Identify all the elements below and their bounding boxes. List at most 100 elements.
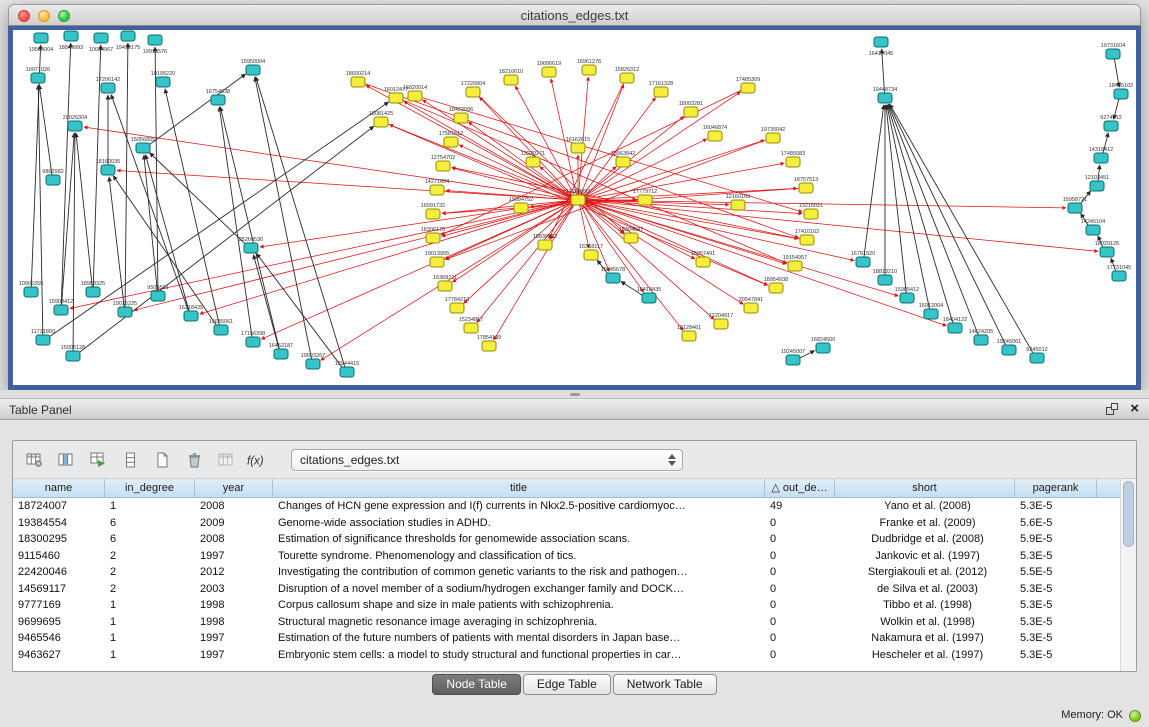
- table-row[interactable]: 911546021997Tourette syndrome. Phenomeno…: [13, 548, 1120, 565]
- graph-edge[interactable]: [582, 204, 683, 331]
- column-header-1[interactable]: in_degree: [105, 479, 195, 498]
- network-canvas[interactable]: 1724089218422096175815121275470214271604…: [13, 30, 1136, 384]
- graph-node[interactable]: 16162615: [566, 137, 590, 153]
- graph-node[interactable]: 15234817: [459, 317, 483, 333]
- table-settings-icon[interactable]: [21, 448, 47, 472]
- graph-node[interactable]: 15056805: [131, 137, 155, 153]
- graph-node[interactable]: 18563842: [611, 151, 635, 167]
- column-header-3[interactable]: title: [273, 479, 765, 498]
- graph-node[interactable]: 18216610: [499, 69, 523, 85]
- graph-node[interactable]: 15345678: [601, 267, 625, 283]
- graph-node[interactable]: 17161328: [649, 81, 673, 97]
- graph-node[interactable]: 14271604: [425, 179, 449, 195]
- new-document-icon[interactable]: [149, 448, 175, 472]
- graph-node[interactable]: 16791920: [851, 251, 875, 267]
- graph-node[interactable]: 16128461: [677, 325, 701, 341]
- graph-node[interactable]: 19686619: [537, 61, 561, 77]
- graph-edge[interactable]: [125, 43, 128, 307]
- graph-node[interactable]: 9505501: [147, 285, 168, 301]
- graph-node[interactable]: 20547841: [739, 297, 763, 313]
- graph-node[interactable]: 15005128: [61, 345, 85, 361]
- graph-node[interactable]: 18830052: [533, 234, 557, 250]
- graph-node[interactable]: 18029125: [1095, 241, 1119, 257]
- table-vertical-scrollbar[interactable]: [1120, 479, 1136, 671]
- graph-node[interactable]: 9274412: [1100, 115, 1121, 131]
- graph-edge[interactable]: [219, 107, 252, 337]
- graph-node[interactable]: 19448734: [873, 87, 897, 103]
- graph-node[interactable]: 16418435: [637, 287, 661, 303]
- graph-node[interactable]: 15908412: [49, 299, 73, 315]
- table-row[interactable]: 1938455462009Genome-wide association stu…: [13, 515, 1120, 532]
- graph-node[interactable]: 18813210: [873, 269, 897, 285]
- table-row[interactable]: 946554611997Estimation of the future num…: [13, 630, 1120, 647]
- graph-node[interactable]: 19693267: [301, 353, 325, 369]
- graph-edge[interactable]: [73, 133, 75, 351]
- graph-edge[interactable]: [256, 77, 345, 368]
- graph-edge[interactable]: [76, 133, 92, 287]
- graph-edge[interactable]: [453, 203, 573, 282]
- graph-node[interactable]: 17784210: [445, 297, 469, 313]
- graph-edge[interactable]: [585, 202, 947, 326]
- graph-edge[interactable]: [389, 125, 571, 199]
- graph-node[interactable]: 16754838: [206, 89, 230, 105]
- graph-node[interactable]: 18445102: [1109, 83, 1133, 99]
- graph-node[interactable]: 13216021: [799, 203, 823, 219]
- graph-node[interactable]: 15958721: [1063, 197, 1087, 213]
- graph-edge[interactable]: [585, 200, 1098, 251]
- table-row[interactable]: 977716911998Corpus callosum shape and si…: [13, 597, 1120, 614]
- function-icon[interactable]: f(x): [245, 448, 271, 472]
- network-table-selector[interactable]: citations_edges.txt: [291, 449, 683, 471]
- graph-edge[interactable]: [887, 105, 930, 309]
- graph-node[interactable]: 17854139: [477, 335, 501, 351]
- tab-node-table[interactable]: Node Table: [432, 674, 521, 695]
- window-titlebar[interactable]: citations_edges.txt: [8, 4, 1141, 26]
- table-row[interactable]: 1456911722003Disruption of a novel membe…: [13, 581, 1120, 598]
- graph-node[interactable]: 18849993: [59, 31, 83, 51]
- graph-edge[interactable]: [109, 177, 124, 307]
- graph-edge[interactable]: [494, 204, 575, 340]
- graph-edge[interactable]: [255, 77, 312, 359]
- graph-node[interactable]: 10071026: [26, 67, 50, 83]
- graph-node[interactable]: 18003281: [679, 101, 703, 117]
- graph-edge[interactable]: [257, 254, 343, 369]
- graph-edge[interactable]: [579, 77, 589, 195]
- edit-table-icon[interactable]: [85, 448, 111, 472]
- graph-edge[interactable]: [38, 85, 43, 335]
- float-panel-icon[interactable]: [1106, 403, 1118, 415]
- graph-node[interactable]: 12160169: [726, 194, 750, 210]
- column-chooser-icon[interactable]: [53, 448, 79, 472]
- graph-node[interactable]: 15985412: [895, 287, 919, 303]
- graph-node[interactable]: 15635061: [209, 319, 233, 335]
- graph-node[interactable]: 19731604: [1101, 43, 1125, 59]
- graph-edge[interactable]: [477, 204, 574, 323]
- graph-edge[interactable]: [459, 145, 571, 198]
- graph-edge[interactable]: [889, 104, 1006, 345]
- graph-edge[interactable]: [111, 95, 189, 312]
- column-header-4[interactable]: △ out_de…: [765, 479, 835, 498]
- delete-icon[interactable]: [181, 448, 207, 472]
- table-row[interactable]: 969969511998Structural magnetic resonanc…: [13, 614, 1120, 631]
- graph-node[interactable]: 12103451: [1085, 175, 1109, 191]
- scrollbar-thumb[interactable]: [1123, 481, 1134, 547]
- column-header-5[interactable]: short: [835, 479, 1015, 498]
- graph-edge[interactable]: [584, 92, 741, 197]
- graph-edge[interactable]: [442, 188, 799, 213]
- table-row[interactable]: 1830029562008Estimation of significance …: [13, 531, 1120, 548]
- graph-edge[interactable]: [585, 200, 1066, 208]
- graph-node[interactable]: 10634967: [89, 33, 113, 53]
- graph-node[interactable]: 16412045: [869, 37, 893, 57]
- row-icon[interactable]: [117, 448, 143, 472]
- graph-edge[interactable]: [49, 102, 389, 337]
- graph-edge[interactable]: [585, 188, 797, 199]
- graph-node[interactable]: 18160035: [96, 159, 120, 175]
- column-header-2[interactable]: year: [195, 479, 273, 498]
- graph-node[interactable]: 18304697: [619, 227, 643, 243]
- graph-node[interactable]: 9245012: [1026, 347, 1047, 363]
- graph-edge[interactable]: [549, 82, 624, 238]
- graph-node[interactable]: 16912004: [919, 303, 943, 319]
- column-header-0[interactable]: name: [13, 479, 105, 498]
- graph-edge[interactable]: [585, 201, 899, 296]
- graph-node[interactable]: 17485083: [781, 151, 805, 167]
- graph-edge[interactable]: [70, 201, 571, 309]
- graph-node[interactable]: 14624205: [969, 329, 993, 345]
